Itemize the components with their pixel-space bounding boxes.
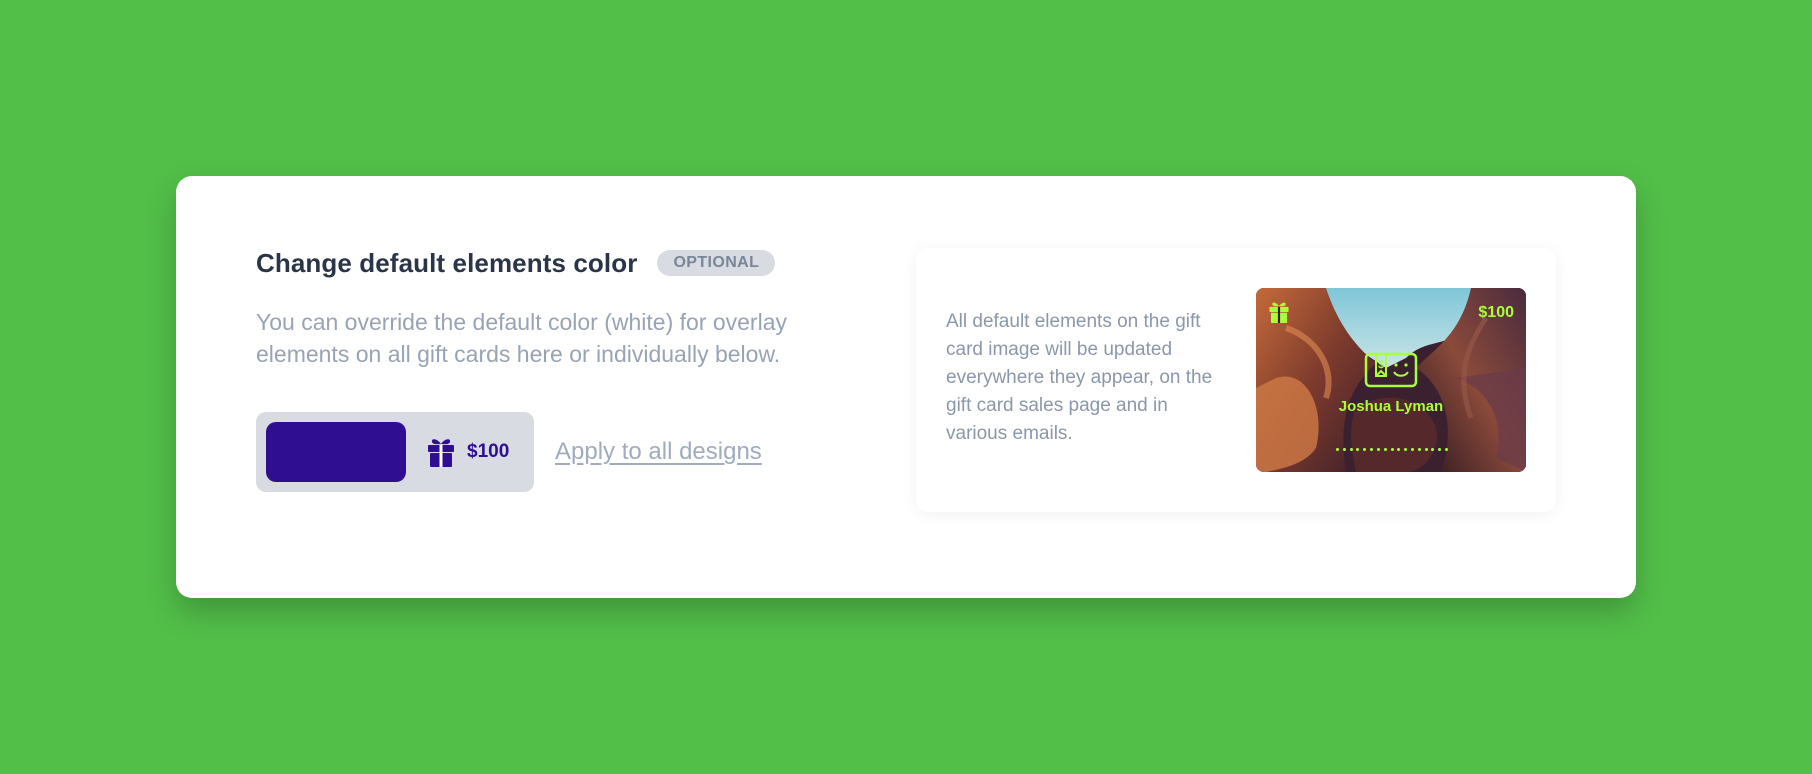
apply-to-all-designs-link[interactable]: Apply to all designs	[555, 438, 762, 466]
section-title: Change default elements color	[256, 247, 638, 278]
svg-text:$: $	[1378, 359, 1384, 371]
optional-badge: OPTIONAL	[657, 250, 776, 276]
section-description: You can override the default color (whit…	[256, 309, 787, 367]
color-picker[interactable]: $100	[256, 412, 534, 492]
settings-card: Change default elements color OPTIONAL Y…	[176, 176, 1636, 598]
gift-icon	[426, 436, 456, 468]
gift-card-recipient-name: Joshua Lyman	[1338, 398, 1444, 415]
controls-row: $100 Apply to all designs	[256, 412, 876, 492]
gift-card-logo-icon: $	[1364, 352, 1418, 388]
color-swatch[interactable]	[266, 422, 406, 482]
sample-price: $100	[467, 441, 510, 462]
color-settings-section: Change default elements color OPTIONAL Y…	[256, 246, 876, 492]
preview-panel: All default elements on the gift card im…	[916, 248, 1556, 512]
gift-card-code-dots	[1336, 448, 1448, 452]
gift-card-preview: $100 $ Joshua Lyman	[1256, 288, 1526, 472]
title-row: Change default elements color OPTIONAL	[256, 246, 876, 280]
gift-card-price: $100	[1478, 304, 1514, 321]
preview-note: All default elements on the gift card im…	[946, 311, 1213, 444]
gift-card-gift-icon	[1268, 300, 1290, 324]
